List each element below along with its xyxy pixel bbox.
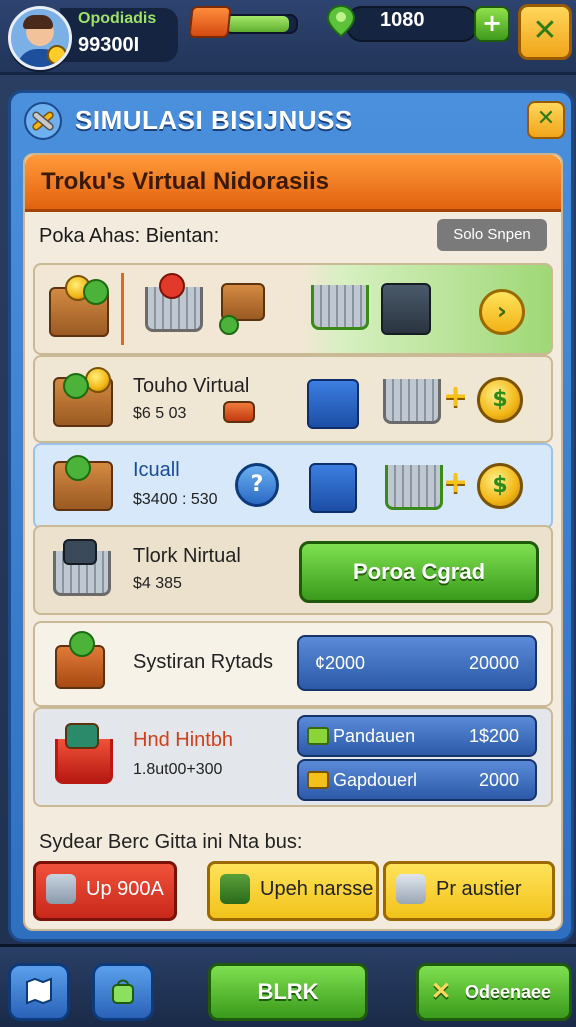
- upgrade-action-button[interactable]: Up 900A: [33, 861, 177, 921]
- row-title: Tlork Nirtual: [133, 545, 241, 567]
- panel-title: SIMULASI BISIJNUSS: [75, 105, 353, 135]
- star-icon: ✕: [431, 978, 452, 1005]
- plus-icon: +: [443, 379, 469, 414]
- store-row-2[interactable]: Touho Virtual $6 5 03 + $: [33, 355, 553, 443]
- row-title: Systiran Rytads: [133, 651, 274, 673]
- xp-track: [224, 14, 298, 34]
- avatar[interactable]: [8, 6, 72, 70]
- row-title: Hnd Hintbh: [133, 729, 234, 751]
- panel-content: Troku's Virtual Nidorasiis Poka Ahas: Bi…: [23, 153, 563, 931]
- back-button[interactable]: BLRK: [208, 963, 368, 1021]
- map-icon: [26, 977, 52, 1005]
- stat-pill-1-label: Pandauen: [333, 726, 416, 746]
- vegetable-icon: [83, 279, 109, 305]
- confirm-button[interactable]: ✕ Odeenaee: [416, 963, 572, 1021]
- row-price: $6 5 03: [133, 405, 187, 422]
- info-button[interactable]: ?: [235, 463, 279, 507]
- arrow-icon[interactable]: ›: [479, 289, 525, 335]
- xp-fill: [226, 16, 289, 32]
- vegetable-icon: [65, 455, 91, 481]
- cart-icon: [311, 285, 369, 330]
- profile-name: Opodiadis: [78, 10, 157, 27]
- xp-meter: [188, 6, 304, 38]
- panel-close-button[interactable]: ✕: [527, 101, 565, 139]
- plus-icon: +: [443, 465, 469, 500]
- vegetable-icon: [69, 631, 95, 657]
- price-pill-right: 20000: [468, 653, 519, 673]
- store-row-1[interactable]: ›: [33, 263, 553, 355]
- row-title: Touho Virtual: [133, 375, 250, 397]
- register-icon: [63, 539, 97, 565]
- box-icon: [46, 874, 76, 904]
- bag-button[interactable]: [92, 963, 154, 1021]
- brick-icon: [223, 401, 255, 423]
- price-pill[interactable]: ¢2000 20000: [297, 635, 537, 691]
- bag-icon: [396, 874, 426, 904]
- adjust-action-label: Pr austier: [436, 878, 522, 900]
- actions-label: Sydear Berc Gitta ini Nta bus:: [39, 831, 303, 853]
- bag-icon: [112, 979, 134, 1004]
- cash-icon: [307, 727, 329, 745]
- row-title: Icuall: [133, 459, 180, 481]
- upgrade-button[interactable]: Poroa Cgrad: [299, 541, 539, 603]
- store-icon: [220, 874, 250, 904]
- sort-button[interactable]: Solo Snpen: [437, 219, 547, 251]
- add-currency-button[interactable]: +: [474, 6, 510, 42]
- row-divider: [121, 273, 124, 345]
- vegetable-icon: [63, 373, 89, 399]
- coin-icon: $: [477, 377, 523, 423]
- blue-box-icon: [307, 379, 359, 429]
- blue-box-icon: [309, 463, 357, 513]
- map-button[interactable]: [8, 963, 70, 1021]
- cart-icon: [385, 465, 443, 510]
- store-row-3[interactable]: Icuall $3400 : 530 ? + $: [33, 443, 553, 529]
- vegetable-icon: [159, 273, 185, 299]
- panel-header: SIMULASI BISIJNUSS ✕: [11, 93, 571, 149]
- close-game-button[interactable]: ✕: [518, 4, 572, 60]
- currency-value: 1080: [380, 9, 425, 31]
- stat-pill-2[interactable]: Gapdouerl 2000: [297, 759, 537, 801]
- store-banner: Troku's Virtual Nidorasiis: [25, 155, 561, 212]
- stat-pill-1[interactable]: Pandauen 1$200: [297, 715, 537, 757]
- package-icon: [65, 723, 99, 749]
- level-badge-icon: [47, 45, 67, 65]
- cash-icon: [307, 771, 329, 789]
- stat-pill-2-value: 2000: [478, 770, 519, 790]
- xp-crate-icon: [188, 6, 232, 38]
- cart-icon: [383, 379, 441, 424]
- confirm-label: Odeenaee: [465, 982, 552, 1002]
- top-bar: Opodiadis 99300I 1080 + ✕: [0, 0, 576, 75]
- price-pill-left: ¢2000: [315, 653, 366, 673]
- bottom-bar: BLRK ✕ Odeenaee: [0, 944, 576, 1027]
- store-row-5[interactable]: Systiran Rytads ¢2000 20000: [33, 621, 553, 707]
- profile-value: 99300I: [78, 34, 140, 56]
- store-banner-label: Troku's Virtual Nidorasiis: [41, 168, 330, 195]
- wrench-icon: [24, 102, 62, 140]
- coin-icon: $: [477, 463, 523, 509]
- store-row-4[interactable]: Tlork Nirtual $4 385 Poroa Cgrad: [33, 525, 553, 615]
- machine-icon: [381, 283, 431, 335]
- avatar-hair: [23, 15, 53, 29]
- open-action-label: Upeh narsse: [260, 878, 374, 900]
- vegetable-icon: [219, 315, 239, 335]
- business-sim-panel: SIMULASI BISIJNUSS ✕ Troku's Virtual Nid…: [8, 90, 574, 942]
- stat-pill-2-label: Gapdouerl: [333, 770, 418, 790]
- row-price: $3400 : 530: [133, 491, 218, 508]
- open-action-button[interactable]: Upeh narsse: [207, 861, 379, 921]
- adjust-action-button[interactable]: Pr austier: [383, 861, 555, 921]
- row-price: $4 385: [133, 575, 182, 592]
- section-label: Poka Ahas: Bientan:: [39, 225, 220, 247]
- upgrade-action-label: Up 900A: [86, 878, 164, 900]
- stat-pill-1-value: 1$200: [468, 726, 519, 746]
- coin-icon: [85, 367, 111, 393]
- row-price: 1.8ut00+300: [133, 761, 223, 778]
- gem-pin-icon: [326, 4, 356, 38]
- store-row-6[interactable]: Hnd Hintbh 1.8ut00+300 Pandauen 1$200 Ga…: [33, 707, 553, 807]
